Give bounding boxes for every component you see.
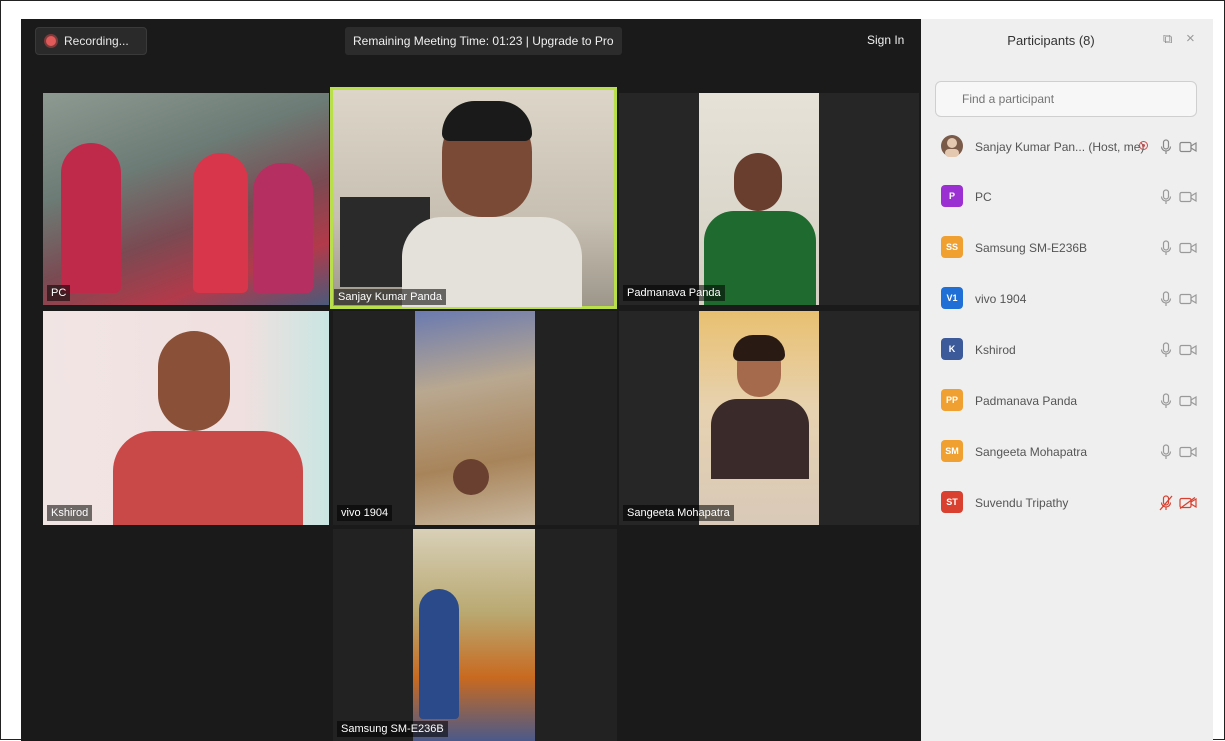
tile-name-label: Kshirod — [47, 505, 93, 521]
camera-icon[interactable] — [1179, 141, 1197, 153]
popout-icon[interactable]: ⧉ — [1163, 31, 1177, 46]
microphone-icon[interactable] — [1159, 393, 1173, 409]
meeting-window: Recording... Remaining Meeting Time: 01:… — [21, 19, 1213, 741]
tile-name-label: PC — [47, 285, 71, 301]
participant-name: PC — [975, 190, 992, 204]
video-tile-vivo-1904[interactable]: vivo 1904 — [333, 311, 617, 525]
document-frame: Recording... Remaining Meeting Time: 01:… — [0, 0, 1225, 741]
participant-row[interactable]: ST Suvendu Tripathy — [921, 485, 1213, 525]
participant-name: vivo 1904 — [975, 292, 1027, 306]
camera-off-icon[interactable] — [1179, 497, 1197, 509]
participant-row[interactable]: SS Samsung SM-E236B — [921, 230, 1213, 270]
participant-row[interactable]: K Kshirod — [921, 332, 1213, 372]
video-tile-kshirod[interactable]: Kshirod — [43, 311, 329, 525]
participant-avatar: ST — [941, 491, 963, 513]
microphone-icon[interactable] — [1159, 139, 1173, 155]
hair-shape — [442, 101, 532, 141]
recording-badge-icon — [1139, 141, 1148, 150]
participant-row[interactable]: Sanjay Kumar Pan... (Host, me) — [921, 129, 1213, 169]
microphone-icon[interactable] — [1159, 291, 1173, 307]
video-tile-samsung-sm-e236b[interactable]: Samsung SM-E236B — [333, 529, 617, 741]
tile-name-label: vivo 1904 — [337, 505, 393, 521]
person-shape — [61, 143, 121, 293]
camera-icon[interactable] — [1179, 191, 1197, 203]
participant-avatar: K — [941, 338, 963, 360]
remaining-time-banner[interactable]: Remaining Meeting Time: 01:23 | Upgrade … — [345, 27, 622, 55]
participant-avatar: SS — [941, 236, 963, 258]
participant-name: Padmanava Panda — [975, 394, 1078, 408]
sign-in-button[interactable]: Sign In — [867, 33, 904, 47]
person-shape — [193, 153, 248, 293]
participants-title: Participants (8) — [1007, 33, 1095, 48]
microphone-icon[interactable] — [1159, 189, 1173, 205]
video-tile-sanjay-kumar-panda[interactable]: Sanjay Kumar Panda — [330, 87, 617, 309]
person-shape — [419, 589, 459, 719]
close-icon[interactable]: × — [1186, 30, 1195, 47]
video-tile-pc[interactable]: PC — [43, 93, 329, 305]
participant-name: Kshirod — [975, 343, 1016, 357]
camera-icon[interactable] — [1179, 446, 1197, 458]
person-body — [711, 399, 809, 479]
person-head — [158, 331, 230, 431]
tile-name-label: Samsung SM-E236B — [337, 721, 448, 737]
camera-icon[interactable] — [1179, 344, 1197, 356]
tile-name-label: Padmanava Panda — [623, 285, 725, 301]
participant-avatar: V1 — [941, 287, 963, 309]
microphone-icon[interactable] — [1159, 342, 1173, 358]
participant-search-input[interactable] — [935, 81, 1197, 117]
video-tile-padmanava-panda[interactable]: Padmanava Panda — [619, 93, 919, 305]
recording-label: Recording... — [64, 34, 129, 48]
participant-name: Suvendu Tripathy — [975, 496, 1069, 510]
tile-name-label: Sanjay Kumar Panda — [334, 289, 446, 305]
record-icon — [46, 36, 56, 46]
microphone-icon[interactable] — [1159, 240, 1173, 256]
video-tile-sangeeta-mohapatra[interactable]: Sangeeta Mohapatra — [619, 311, 919, 525]
participant-name: Sangeeta Mohapatra — [975, 445, 1088, 459]
microphone-icon[interactable] — [1159, 444, 1173, 460]
participant-row[interactable]: PP Padmanava Panda — [921, 383, 1213, 423]
participant-name: Sanjay Kumar Pan... (Host, me) — [975, 140, 1145, 154]
camera-icon[interactable] — [1179, 395, 1197, 407]
camera-icon[interactable] — [1179, 293, 1197, 305]
camera-icon[interactable] — [1179, 242, 1197, 254]
person-head — [734, 153, 782, 211]
person-body — [113, 431, 303, 525]
participant-name: Samsung SM-E236B — [975, 241, 1088, 255]
participant-row[interactable]: V1 vivo 1904 — [921, 281, 1213, 321]
participants-panel: Participants (8) ⧉ × ⌕ Sanjay Kumar Pan.… — [921, 19, 1213, 741]
microphone-muted-icon[interactable] — [1159, 495, 1173, 511]
video-gallery: Recording... Remaining Meeting Time: 01:… — [21, 19, 921, 741]
participant-avatar: PP — [941, 389, 963, 411]
hair-shape — [733, 335, 785, 361]
person-shape — [253, 163, 313, 293]
user-photo-icon — [945, 138, 959, 157]
recording-indicator[interactable]: Recording... — [35, 27, 147, 55]
participant-avatar — [941, 135, 963, 157]
meeting-top-bar: Recording... Remaining Meeting Time: 01:… — [21, 19, 921, 65]
person-head — [453, 459, 489, 495]
participant-row[interactable]: SM Sangeeta Mohapatra — [921, 434, 1213, 474]
participant-row[interactable]: P PC — [921, 179, 1213, 219]
participant-avatar: SM — [941, 440, 963, 462]
tile-name-label: Sangeeta Mohapatra — [623, 505, 734, 521]
participant-avatar: P — [941, 185, 963, 207]
